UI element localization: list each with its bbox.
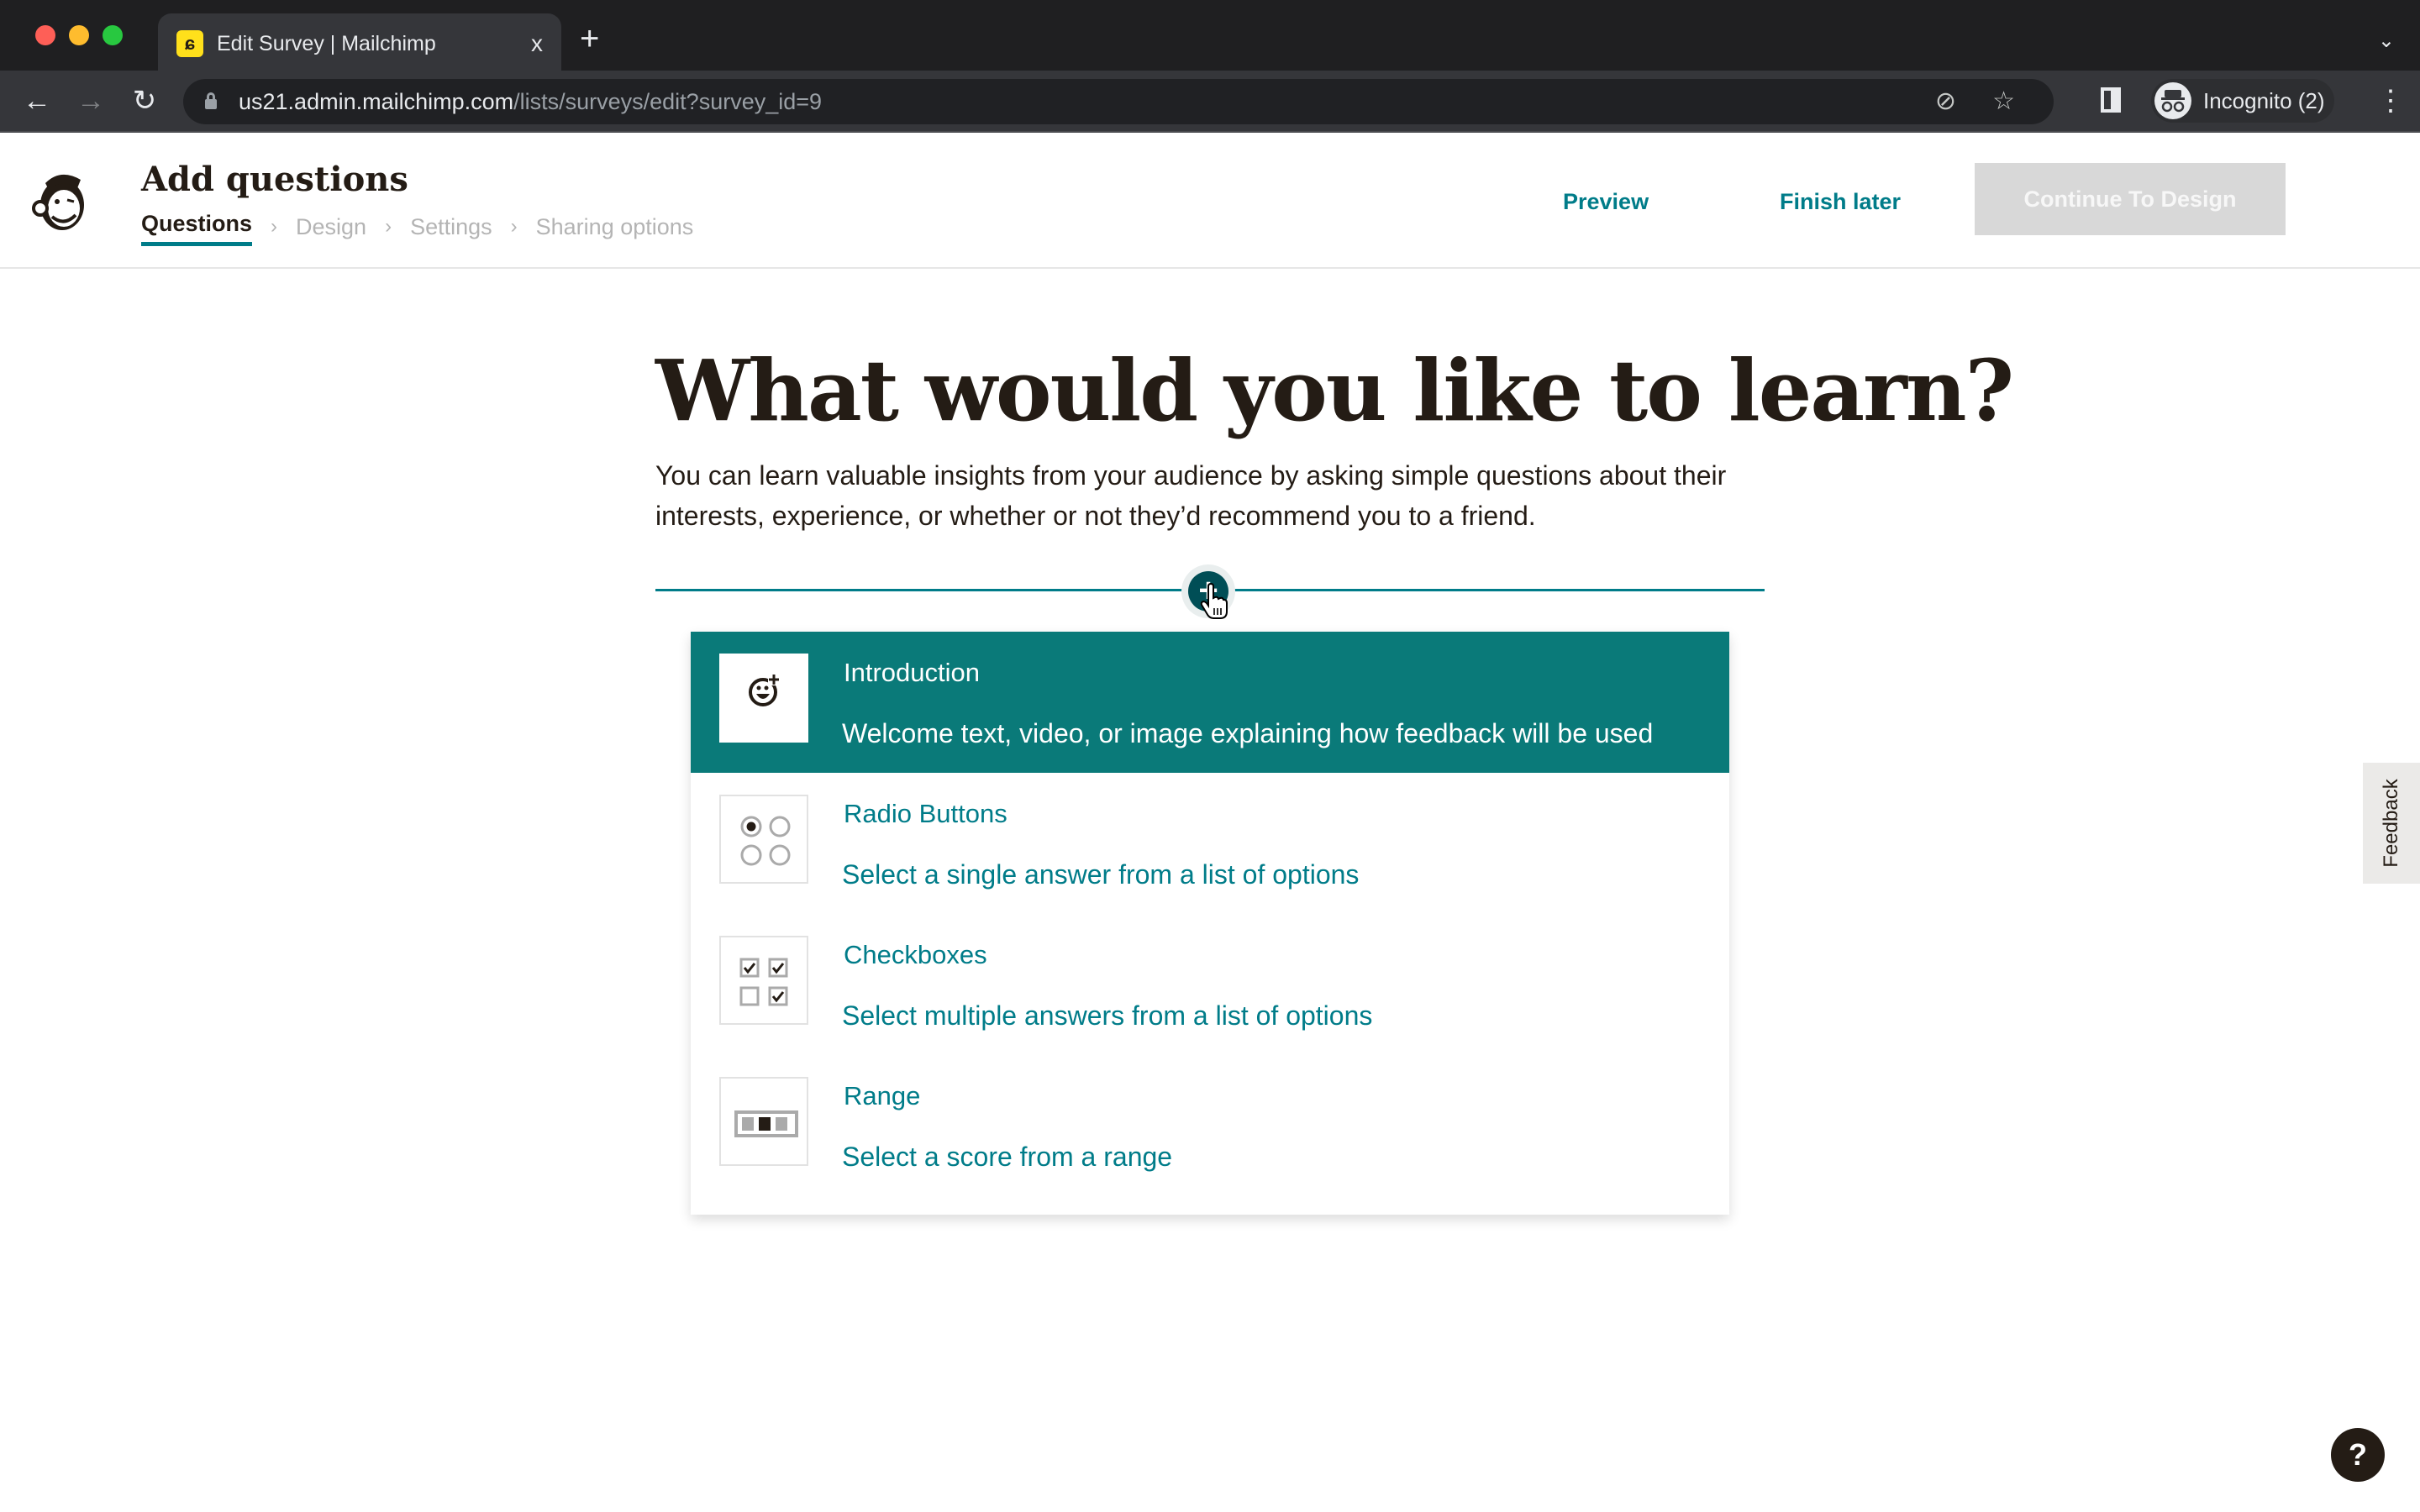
question-type-label: Radio Buttons	[844, 799, 1007, 828]
step-questions[interactable]: Questions	[141, 207, 253, 246]
question-type-label: Checkboxes	[844, 940, 987, 969]
preview-link[interactable]: Preview	[1563, 185, 1649, 218]
step-design[interactable]: Design	[296, 210, 366, 244]
incognito-profile-button[interactable]: Incognito (2)	[2151, 79, 2334, 123]
step-breadcrumb: Questions › Design › Settings › Sharing …	[141, 207, 693, 246]
page-title: Add questions	[141, 160, 408, 199]
browser-tab-bar: ɕ Edit Survey | Mailchimp x + ⌄	[0, 0, 2420, 71]
chevron-right-icon: ›	[510, 214, 518, 238]
smiley-plus-icon	[719, 654, 808, 743]
chevron-right-icon: ›	[271, 214, 278, 238]
radio-buttons-icon	[719, 795, 808, 884]
reload-icon[interactable]: ↻	[128, 84, 161, 118]
url-text[interactable]: us21.admin.mailchimp.com/lists/surveys/e…	[239, 87, 822, 116]
mailchimp-logo-icon[interactable]	[27, 166, 94, 234]
eye-off-icon[interactable]: ⊘	[1935, 87, 1956, 116]
url-path: /lists/surveys/edit?survey_id=9	[513, 89, 823, 114]
range-icon	[719, 1077, 808, 1166]
incognito-label: Incognito (2)	[2203, 88, 2325, 113]
incognito-icon	[2154, 82, 2191, 119]
step-sharing-options[interactable]: Sharing options	[536, 210, 694, 244]
lock-icon[interactable]	[205, 92, 217, 109]
back-arrow-icon[interactable]: ←	[20, 84, 54, 118]
help-button[interactable]: ?	[2331, 1428, 2385, 1482]
hand-cursor-icon	[1200, 582, 1228, 620]
question-type-radio-buttons[interactable]: Radio Buttons Select a single answer fro…	[691, 773, 1729, 914]
question-type-range[interactable]: Range Select a score from a range	[691, 1055, 1729, 1196]
question-type-checkboxes[interactable]: Checkboxes Select multiple answers from …	[691, 914, 1729, 1055]
app-header: Add questions Questions › Design › Setti…	[0, 133, 2420, 269]
tab-title: Edit Survey | Mailchimp	[217, 32, 436, 55]
question-type-description: Select multiple answers from a list of o…	[842, 1000, 1373, 1031]
browser-tab-active[interactable]: ɕ Edit Survey | Mailchimp x	[158, 13, 561, 71]
main-headline: What would you like to learn?	[655, 341, 2014, 440]
forward-arrow-icon[interactable]: →	[74, 84, 108, 118]
side-panel-icon[interactable]	[2101, 87, 2121, 113]
window-zoom-button[interactable]	[103, 25, 123, 45]
window-minimize-button[interactable]	[69, 25, 89, 45]
mailchimp-favicon-icon: ɕ	[176, 30, 203, 57]
tab-search-chevron-icon[interactable]: ⌄	[2378, 29, 2395, 53]
question-type-label: Range	[844, 1081, 921, 1110]
bookmark-star-icon[interactable]: ☆	[1992, 87, 2015, 116]
continue-to-design-button[interactable]: Continue To Design	[1975, 163, 2286, 235]
finish-later-link[interactable]: Finish later	[1780, 185, 1901, 218]
address-bar[interactable]: us21.admin.mailchimp.com/lists/surveys/e…	[183, 79, 2054, 124]
tab-close-icon[interactable]: x	[531, 29, 543, 59]
question-type-menu: Introduction Welcome text, video, or ima…	[691, 632, 1729, 1215]
step-settings[interactable]: Settings	[410, 210, 492, 244]
intro-paragraph: You can learn valuable insights from you…	[655, 460, 1727, 531]
question-type-introduction[interactable]: Introduction Welcome text, video, or ima…	[691, 632, 1729, 773]
window-close-button[interactable]	[35, 25, 55, 45]
question-type-description: Welcome text, video, or image explaining…	[842, 718, 1654, 748]
question-type-description: Select a single answer from a list of op…	[842, 859, 1360, 890]
browser-toolbar: ← → ↻ us21.admin.mailchimp.com/lists/sur…	[0, 71, 2420, 133]
feedback-tab[interactable]: Feedback	[2363, 763, 2420, 884]
url-host: us21.admin.mailchimp.com	[239, 89, 514, 114]
browser-menu-icon[interactable]: ⋮	[2376, 84, 2405, 118]
new-tab-button[interactable]: +	[580, 22, 599, 55]
chevron-right-icon: ›	[385, 214, 392, 238]
question-type-label: Introduction	[844, 658, 980, 687]
question-type-description: Select a score from a range	[842, 1142, 1173, 1172]
feedback-label: Feedback	[2380, 779, 2402, 868]
checkboxes-icon	[719, 936, 808, 1025]
